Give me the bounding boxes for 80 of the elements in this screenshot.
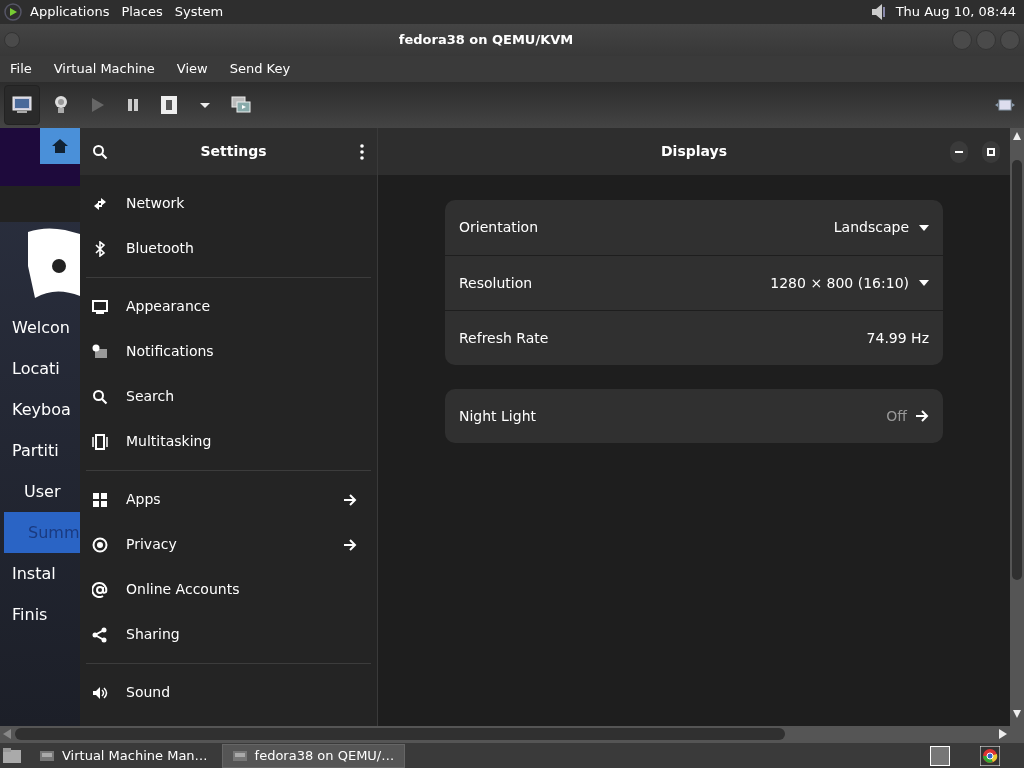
installer-step[interactable]: Keyboa	[0, 389, 80, 430]
search-icon[interactable]	[92, 143, 108, 160]
sidebar-item[interactable]: Search	[86, 374, 371, 419]
sidebar-item[interactable]: Network	[86, 181, 371, 226]
notification-icon	[92, 343, 108, 360]
installer-step[interactable]: Welcon	[0, 307, 80, 348]
row-label: Resolution	[459, 273, 534, 293]
switch-icon	[158, 94, 180, 116]
arrow-icon	[343, 492, 357, 507]
installer-step[interactable]: User	[0, 471, 80, 512]
window-title: fedora38 on QEMU/KVM	[397, 31, 575, 50]
arrow-icon	[343, 537, 357, 552]
network-icon	[92, 195, 108, 212]
scroll-right-icon[interactable]	[999, 729, 1007, 739]
screens-icon	[230, 94, 252, 116]
multitasking-icon	[92, 433, 108, 450]
row-label: Refresh Rate	[459, 328, 550, 348]
clock[interactable]: Thu Aug 10, 08:44	[895, 2, 1016, 22]
sidebar-item[interactable]: Online Accounts	[86, 567, 371, 612]
at-sign-icon	[92, 581, 108, 598]
arrow-icon[interactable]	[915, 409, 929, 423]
installer-step[interactable]: Locati	[0, 348, 80, 389]
menu-item[interactable]: File	[10, 59, 32, 79]
menu-item[interactable]: Applications	[30, 2, 110, 22]
folder-icon[interactable]	[2, 746, 22, 765]
row-value: Off	[886, 406, 907, 426]
sidebar-item[interactable]: Bluetooth	[86, 226, 371, 271]
dropdown[interactable]: Landscape	[833, 217, 929, 238]
sidebar-item[interactable]: Sharing	[86, 612, 371, 657]
caret-icon	[200, 102, 210, 108]
scroll-thumb[interactable]	[1012, 160, 1022, 580]
row-label: Night Light	[459, 406, 537, 426]
installer-step[interactable]: Finis	[0, 594, 80, 635]
sidebar-item[interactable]: Apps	[86, 477, 371, 522]
search-icon	[92, 388, 108, 405]
dropdown[interactable]: 1280 × 800 (16:10)	[770, 272, 929, 294]
row-value: 74.99 Hz	[866, 328, 929, 348]
share-icon	[92, 626, 108, 643]
taskbar-button[interactable]: Virtual Machine Man…	[30, 743, 218, 768]
installer-step[interactable]: Partiti	[0, 430, 80, 471]
browser-icon[interactable]	[980, 745, 1000, 766]
minimize-icon	[955, 150, 963, 153]
sidebar-title: Settings	[199, 142, 268, 161]
maximize-icon	[987, 147, 995, 156]
scroll-down-icon[interactable]	[1013, 710, 1021, 718]
menu-item[interactable]: Places	[121, 2, 163, 22]
menu-item[interactable]: Send Key	[229, 59, 291, 79]
menu-item[interactable]: View	[176, 59, 208, 79]
sidebar-item[interactable]: Multitasking	[86, 419, 371, 464]
row-label: Orientation	[459, 218, 540, 237]
taskbar-button[interactable]: fedora38 on QEMU/…	[221, 743, 406, 768]
caret-icon	[919, 280, 929, 286]
monitor-icon	[11, 94, 33, 116]
installer-step[interactable]: Instal	[0, 553, 80, 594]
logo-icon[interactable]	[4, 3, 22, 21]
minimize-button[interactable]	[950, 140, 968, 163]
grid-icon	[92, 491, 108, 508]
speaker-icon[interactable]	[869, 2, 888, 22]
sidebar-item[interactable]: Notifications	[86, 329, 371, 374]
menu-item[interactable]: Virtual Machine	[53, 59, 155, 79]
sidebar-item[interactable]: Appearance	[86, 284, 371, 329]
privacy-icon	[92, 536, 108, 553]
speaker-icon	[92, 684, 108, 701]
maximize-button[interactable]	[982, 140, 1000, 163]
page-title: Displays	[659, 142, 729, 161]
terminal-icon	[232, 750, 247, 761]
caret-icon	[919, 224, 929, 231]
monitor-icon	[92, 298, 108, 315]
menu-icon[interactable]	[359, 143, 365, 160]
scroll-thumb[interactable]	[15, 728, 785, 740]
menu-item[interactable]: System	[174, 2, 224, 22]
home-button[interactable]	[40, 128, 80, 164]
sidebar-item[interactable]: Sound	[86, 670, 371, 715]
bluetooth-icon	[92, 240, 108, 257]
terminal-icon	[40, 750, 54, 761]
workspace-button[interactable]	[930, 745, 950, 766]
toolbar-button[interactable]	[4, 85, 40, 125]
scroll-up-icon[interactable]	[1013, 132, 1021, 140]
sidebar-item[interactable]: Privacy	[86, 522, 371, 567]
home-icon	[51, 137, 69, 155]
